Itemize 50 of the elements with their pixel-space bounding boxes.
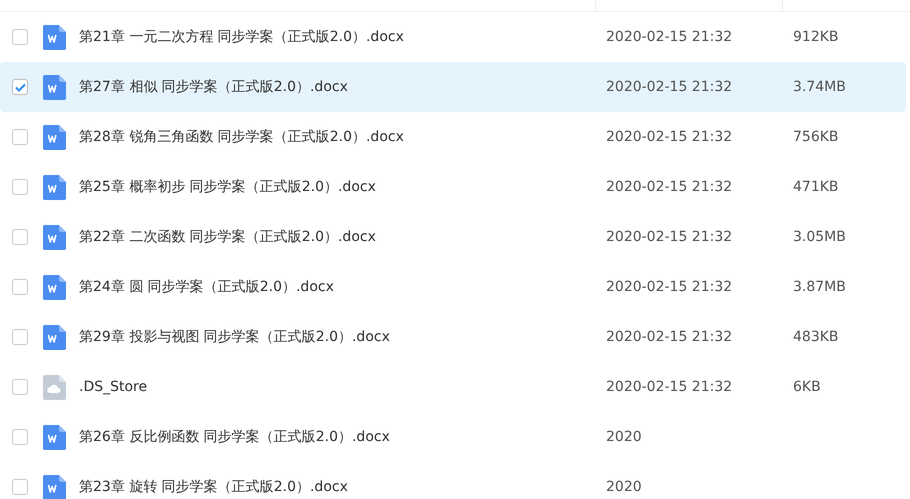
document-icon — [43, 424, 66, 450]
modified-date: 2020-02-15 21:32 — [606, 278, 734, 296]
checkbox[interactable] — [12, 129, 28, 145]
document-icon — [43, 124, 66, 150]
modified-date: 2020-02-15 21:32 — [606, 378, 734, 396]
file-name: 第22章 二次函数 同步学案（正式版2.0）.docx — [79, 228, 377, 246]
checkbox[interactable] — [12, 279, 28, 295]
file-name: 第25章 概率初步 同步学案（正式版2.0）.docx — [79, 178, 377, 196]
modified-date: 2020 — [606, 428, 643, 446]
file-size: 483KB — [793, 328, 839, 346]
document-icon — [43, 474, 66, 499]
checkbox[interactable] — [12, 179, 28, 195]
modified-date: 2020-02-15 21:32 — [606, 28, 734, 46]
modified-date: 2020 — [606, 478, 643, 496]
file-name: 第21章 一元二次方程 同步学案（正式版2.0）.docx — [79, 28, 405, 46]
document-icon — [43, 224, 66, 250]
file-row[interactable]: 第27章 相似 同步学案（正式版2.0）.docx 2020-02-15 21:32 3.74MB — [0, 62, 906, 112]
file-size: 3.05MB — [793, 228, 846, 246]
checkbox[interactable] — [12, 329, 28, 345]
checkbox[interactable] — [12, 29, 28, 45]
file-size: 3.87MB — [793, 278, 846, 296]
checkbox[interactable] — [12, 79, 28, 95]
file-name: 第27章 相似 同步学案（正式版2.0）.docx — [79, 78, 349, 96]
document-icon — [43, 24, 66, 50]
modified-date: 2020-02-15 21:32 — [606, 228, 734, 246]
checkbox[interactable] — [12, 429, 28, 445]
document-icon — [43, 74, 66, 100]
cloud-file-icon — [43, 374, 66, 400]
checkbox[interactable] — [12, 229, 28, 245]
modified-date: 2020-02-15 21:32 — [606, 78, 734, 96]
file-size: 756KB — [793, 128, 839, 146]
document-icon — [43, 174, 66, 200]
file-size: 471KB — [793, 178, 839, 196]
file-name: 第23章 旋转 同步学案（正式版2.0）.docx — [79, 478, 349, 496]
file-size: 3.74MB — [793, 78, 846, 96]
document-icon — [43, 324, 66, 350]
modified-date: 2020-02-15 21:32 — [606, 178, 734, 196]
modified-date: 2020-02-15 21:32 — [606, 128, 734, 146]
file-name: 第26章 反比例函数 同步学案（正式版2.0）.docx — [79, 428, 391, 446]
file-name: 第29章 投影与视图 同步学案（正式版2.0）.docx — [79, 328, 391, 346]
checkbox[interactable] — [12, 379, 28, 395]
file-name: .DS_Store — [79, 378, 148, 396]
file-size: 6KB — [793, 378, 821, 396]
check-icon — [14, 82, 26, 92]
document-icon — [43, 274, 66, 300]
checkbox[interactable] — [12, 479, 28, 495]
file-name: 第24章 圆 同步学案（正式版2.0）.docx — [79, 278, 335, 296]
modified-date: 2020-02-15 21:32 — [606, 328, 734, 346]
file-size: 912KB — [793, 28, 839, 46]
file-name: 第28章 锐角三角函数 同步学案（正式版2.0）.docx — [79, 128, 405, 146]
